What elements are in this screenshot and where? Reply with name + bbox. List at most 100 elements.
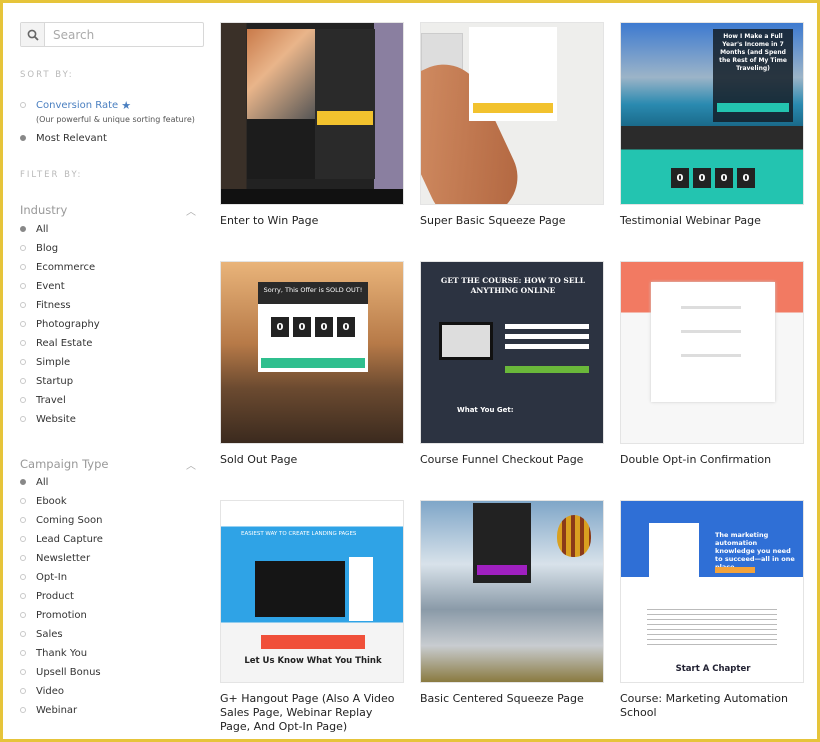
filter-label: Newsletter <box>36 552 91 564</box>
radio[interactable] <box>20 688 26 694</box>
campaign-filter-all[interactable]: All <box>20 475 48 489</box>
campaign-filter-sales[interactable]: Sales <box>20 627 63 641</box>
radio[interactable] <box>20 612 26 618</box>
countdown-digit: 0 <box>271 317 289 337</box>
radio[interactable] <box>20 650 26 656</box>
industry-filter-website[interactable]: Website <box>20 412 76 426</box>
campaign-filter-ebook[interactable]: Ebook <box>20 494 67 508</box>
radio[interactable] <box>20 536 26 542</box>
template-thumbnail[interactable]: How I Make a Full Year's Income in 7 Mon… <box>620 22 804 205</box>
industry-filter-all[interactable]: All <box>20 222 48 236</box>
radio[interactable] <box>20 631 26 637</box>
radio[interactable] <box>20 593 26 599</box>
template-card[interactable]: Enter to Win Page <box>220 22 404 228</box>
thumbnail-headline: EASIEST WAY TO CREATE LANDING PAGES <box>241 531 357 537</box>
template-title[interactable]: Course: Marketing Automation School <box>620 692 804 720</box>
template-thumbnail[interactable]: Sorry, This Offer is SOLD OUT! 0000 <box>220 261 404 444</box>
filter-label: Ecommerce <box>36 261 96 273</box>
industry-filter-fitness[interactable]: Fitness <box>20 298 71 312</box>
radio[interactable] <box>20 397 26 403</box>
industry-filter-photography[interactable]: Photography <box>20 317 100 331</box>
industry-heading[interactable]: Industry ︿ <box>20 203 196 218</box>
campaign-filter-thank-you[interactable]: Thank You <box>20 646 87 660</box>
radio[interactable] <box>20 135 26 141</box>
campaign-filter-promotion[interactable]: Promotion <box>20 608 87 622</box>
chevron-up-icon[interactable]: ︿ <box>186 203 196 218</box>
template-thumbnail[interactable]: The marketing automation knowledge you n… <box>620 500 804 683</box>
chevron-up-icon[interactable]: ︿ <box>186 457 196 472</box>
radio[interactable] <box>20 102 26 108</box>
radio[interactable] <box>20 517 26 523</box>
template-card[interactable]: How I Make a Full Year's Income in 7 Mon… <box>620 22 804 228</box>
campaign-filter-lead-capture[interactable]: Lead Capture <box>20 532 103 546</box>
sort-by-label: SORT BY: <box>20 70 74 80</box>
template-card[interactable]: The marketing automation knowledge you n… <box>620 500 804 720</box>
radio[interactable] <box>20 669 26 675</box>
radio[interactable] <box>20 359 26 365</box>
template-card[interactable]: Basic Centered Squeeze Page <box>420 500 604 706</box>
radio[interactable] <box>20 574 26 580</box>
radio[interactable] <box>20 498 26 504</box>
sort-note: (Our powerful & unique sorting feature) <box>36 115 195 124</box>
template-card[interactable]: Sorry, This Offer is SOLD OUT! 0000 Sold… <box>220 261 404 467</box>
filter-label: Fitness <box>36 299 71 311</box>
search-box[interactable] <box>20 22 204 47</box>
radio[interactable] <box>20 707 26 713</box>
radio[interactable] <box>20 479 26 485</box>
campaign-filter-video[interactable]: Video <box>20 684 64 698</box>
industry-filter-simple[interactable]: Simple <box>20 355 70 369</box>
radio[interactable] <box>20 378 26 384</box>
radio[interactable] <box>20 226 26 232</box>
campaign-filter-newsletter[interactable]: Newsletter <box>20 551 90 565</box>
campaign-filter-opt-in[interactable]: Opt-In <box>20 570 67 584</box>
template-thumbnail[interactable]: GET THE COURSE: HOW TO SELL ANYTHING ONL… <box>420 261 604 444</box>
filter-label: Lead Capture <box>36 533 103 545</box>
template-title[interactable]: Super Basic Squeeze Page <box>420 214 604 228</box>
sort-conversion-rate[interactable]: Conversion Rate ★ <box>20 98 131 112</box>
campaign-filter-upsell-bonus[interactable]: Upsell Bonus <box>20 665 101 679</box>
radio[interactable] <box>20 416 26 422</box>
search-input[interactable] <box>45 23 203 46</box>
radio[interactable] <box>20 264 26 270</box>
star-icon: ★ <box>121 98 132 112</box>
filter-label: Video <box>36 685 65 697</box>
template-title[interactable]: Sold Out Page <box>220 453 404 467</box>
industry-filter-startup[interactable]: Startup <box>20 374 73 388</box>
radio[interactable] <box>20 283 26 289</box>
sort-most-relevant[interactable]: Most Relevant <box>20 131 107 145</box>
thumbnail-subheading: What You Get: <box>457 406 514 414</box>
template-card[interactable]: Super Basic Squeeze Page <box>420 22 604 228</box>
campaign-filter-coming-soon[interactable]: Coming Soon <box>20 513 102 527</box>
template-thumbnail[interactable] <box>220 22 404 205</box>
template-card[interactable]: EASIEST WAY TO CREATE LANDING PAGES Let … <box>220 500 404 734</box>
template-title[interactable]: Enter to Win Page <box>220 214 404 228</box>
template-title[interactable]: Testimonial Webinar Page <box>620 214 804 228</box>
industry-filter-event[interactable]: Event <box>20 279 65 293</box>
template-title[interactable]: Double Opt-in Confirmation <box>620 453 804 467</box>
template-title[interactable]: Course Funnel Checkout Page <box>420 453 604 467</box>
template-card[interactable]: GET THE COURSE: HOW TO SELL ANYTHING ONL… <box>420 261 604 467</box>
search-icon[interactable] <box>21 23 45 46</box>
industry-filter-travel[interactable]: Travel <box>20 393 66 407</box>
template-thumbnail[interactable] <box>420 500 604 683</box>
radio[interactable] <box>20 555 26 561</box>
industry-filter-blog[interactable]: Blog <box>20 241 58 255</box>
radio[interactable] <box>20 321 26 327</box>
campaign-filter-webinar[interactable]: Webinar <box>20 703 77 717</box>
radio[interactable] <box>20 302 26 308</box>
industry-filter-ecommerce[interactable]: Ecommerce <box>20 260 95 274</box>
template-title[interactable]: Basic Centered Squeeze Page <box>420 692 604 706</box>
industry-filter-real-estate[interactable]: Real Estate <box>20 336 92 350</box>
thumbnail-headline: GET THE COURSE: HOW TO SELL ANYTHING ONL… <box>440 276 586 295</box>
template-thumbnail[interactable] <box>620 261 804 444</box>
template-title[interactable]: G+ Hangout Page (Also A Video Sales Page… <box>220 692 404 734</box>
radio[interactable] <box>20 245 26 251</box>
template-thumbnail[interactable] <box>420 22 604 205</box>
campaign-type-heading[interactable]: Campaign Type ︿ <box>20 457 196 472</box>
template-thumbnail[interactable]: EASIEST WAY TO CREATE LANDING PAGES Let … <box>220 500 404 683</box>
radio[interactable] <box>20 340 26 346</box>
industry-heading-label: Industry <box>20 203 68 217</box>
template-card[interactable]: Double Opt-in Confirmation <box>620 261 804 467</box>
countdown-digit: 0 <box>715 168 733 188</box>
campaign-filter-product[interactable]: Product <box>20 589 74 603</box>
